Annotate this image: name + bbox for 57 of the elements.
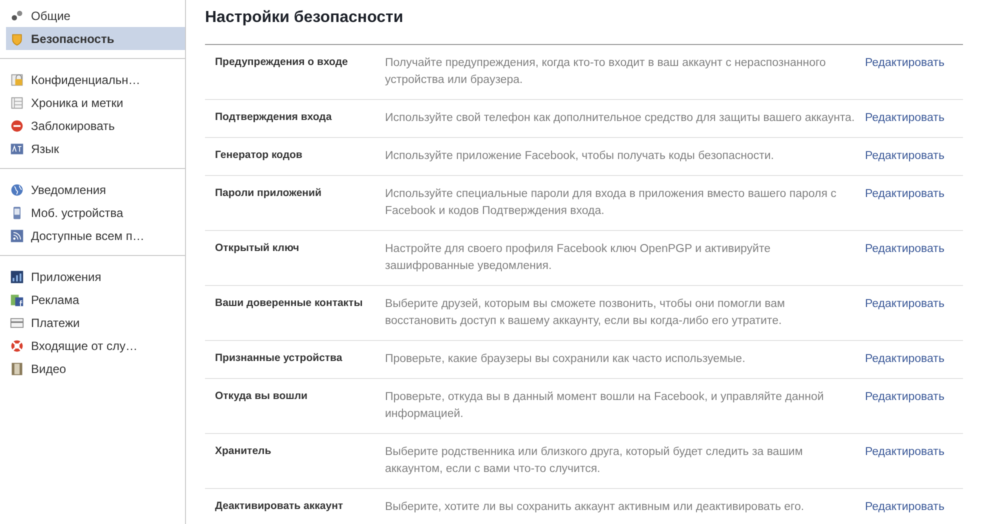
page-title: Настройки безопасности <box>205 9 404 27</box>
sidebar-item[interactable]: Конфиденциальн… <box>6 68 185 91</box>
edit-link[interactable]: Редактировать <box>865 389 944 423</box>
setting-description: Настройте для своего профиля Facebook ключ OpenPGP и активируйте зашифрованные уведомления. <box>385 242 772 274</box>
setting-name: Деактивировать аккаунт <box>215 499 344 514</box>
rss-icon <box>10 228 24 242</box>
sidebar-item[interactable]: Уведомления <box>6 178 185 201</box>
sidebar-item[interactable]: Платежи <box>6 311 185 334</box>
film-icon <box>10 362 24 376</box>
edit-link[interactable]: Редактировать <box>865 241 944 275</box>
sidebar-item[interactable]: Приложения <box>6 265 185 288</box>
shield-icon <box>10 32 24 46</box>
globe-icon <box>10 182 24 196</box>
setting-description: Используйте приложение Facebook, чтобы получать коды безопасности. <box>385 149 775 164</box>
apps-icon <box>10 270 24 284</box>
sidebar-item[interactable]: Видео <box>6 357 185 380</box>
setting-name: Ваши доверенные контакты <box>215 296 364 311</box>
setting-description: Проверьте, какие браузеры вы сохранили как часто используемые. <box>385 352 746 367</box>
sidebar-item[interactable]: Реклама <box>6 288 185 311</box>
setting-description: Используйте свой телефон как дополнительное средство для защиты вашего аккаунта. <box>385 111 856 126</box>
setting-name: Подтверждения входа <box>215 110 333 125</box>
setting-description: Используйте специальные пароли для входа в приложения вместо вашего пароля с Facebook и кодов Подтверждения входа. <box>385 187 838 219</box>
sidebar-item[interactable]: Хроника и метки <box>6 91 185 114</box>
setting-description: Проверьте, откуда вы в данный момент вошли на Facebook, и управляйте данной информацией. <box>385 390 825 422</box>
edit-link[interactable]: Редактировать <box>865 148 944 165</box>
ad-icon <box>10 292 24 306</box>
block-icon <box>10 118 24 132</box>
setting-name: Открытый ключ <box>215 241 300 256</box>
sidebar-item[interactable]: Входящие от слу… <box>6 334 185 357</box>
edit-link[interactable]: Редактировать <box>865 351 944 368</box>
setting-name: Пароли приложений <box>215 186 322 201</box>
edit-link[interactable]: Редактировать <box>865 110 944 127</box>
edit-link[interactable]: Редактировать <box>865 55 944 89</box>
edit-link[interactable]: Редактировать <box>865 186 944 220</box>
setting-name: Признанные устройства <box>215 351 344 366</box>
edit-link[interactable]: Редактировать <box>865 296 944 330</box>
padlock-icon <box>10 72 24 86</box>
timeline-icon <box>10 96 24 110</box>
setting-name: Генератор кодов <box>215 148 304 163</box>
edit-link[interactable]: Редактировать <box>865 444 944 478</box>
lifebuoy-icon <box>10 338 24 352</box>
setting-description: Выберите родственника или близкого друга, который будет следить за вашим аккаунтом, если с вами что-то случится. <box>385 445 804 477</box>
language-icon <box>10 142 24 156</box>
setting-name: Хранитель <box>215 444 272 459</box>
setting-name: Откуда вы вошли <box>215 389 309 404</box>
sidebar-item[interactable]: Язык <box>6 137 185 160</box>
sidebar-item[interactable]: Заблокировать <box>6 114 185 137</box>
edit-link[interactable]: Редактировать <box>865 499 944 516</box>
setting-name: Предупреждения о входе <box>215 55 349 70</box>
card-icon <box>10 316 24 330</box>
setting-description: Выберите друзей, которым вы сможете позвонить, чтобы они помогли вам восстановить доступ к вашему аккаунту, если вы когда-либо его утратите. <box>385 297 786 329</box>
sidebar-item[interactable]: Безопасность <box>6 27 185 50</box>
sidebar-item[interactable]: Общие <box>6 4 185 27</box>
setting-description: Выберите, хотите ли вы сохранить аккаунт активным или деактивировать его. <box>385 500 806 515</box>
setting-description: Получайте предупреждения, когда кто-то входит в ваш аккаунт с нераспознанного устройства или браузера. <box>385 56 827 88</box>
sidebar-item[interactable]: Доступные всем п… <box>6 224 185 247</box>
sidebar-item[interactable]: Моб. устройства <box>6 201 185 224</box>
